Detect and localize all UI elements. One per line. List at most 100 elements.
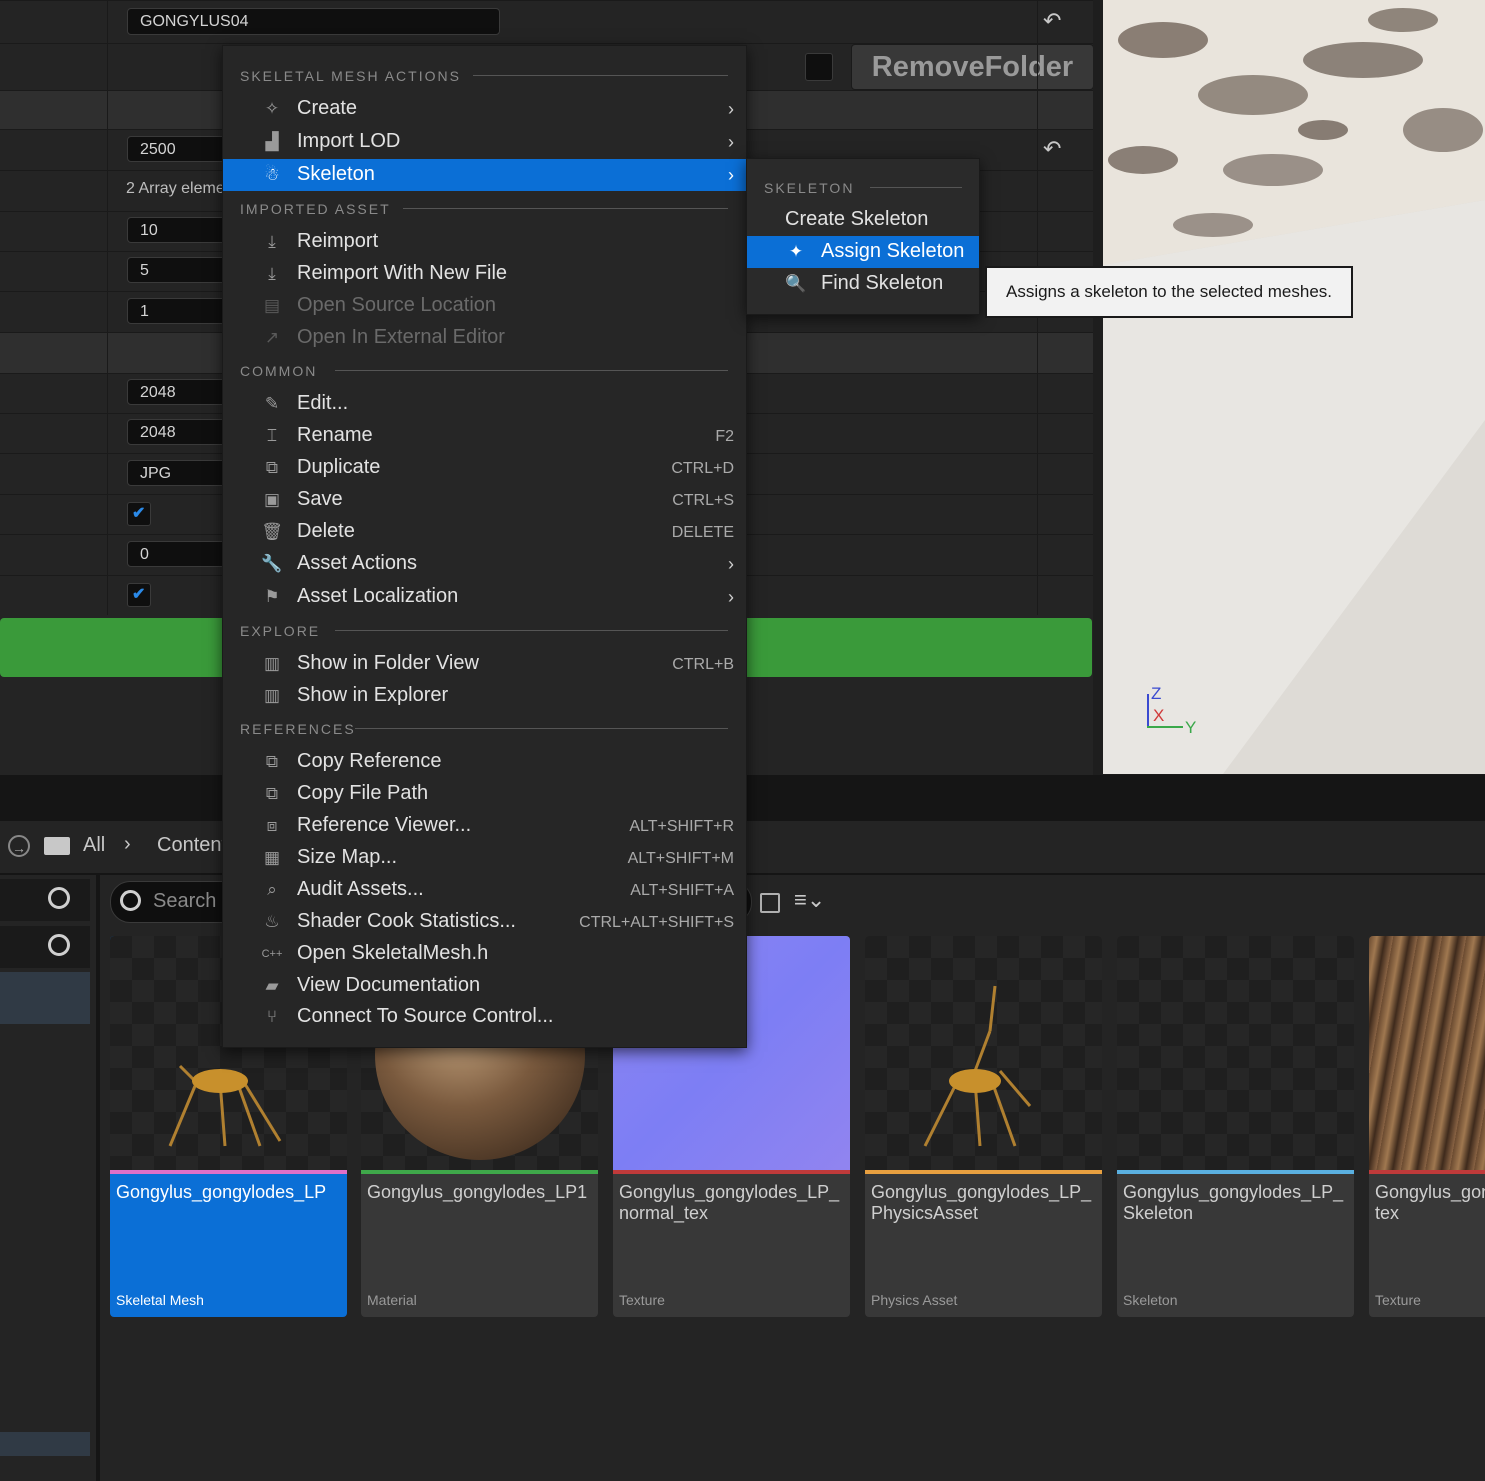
menu-item-find-skeleton[interactable]: 🔍 Find Skeleton bbox=[747, 268, 979, 300]
asset-tile-physics-asset[interactable]: Gongylus_gongylodes_LP_ PhysicsAsset Phy… bbox=[865, 936, 1102, 1317]
check-icon: ✔ bbox=[132, 586, 146, 603]
menu-item-copy-file-path[interactable]: ⧉ Copy File Path bbox=[223, 778, 746, 810]
asset-type: Material bbox=[367, 1292, 417, 1308]
reset-arrow-icon[interactable]: ↶ bbox=[1043, 8, 1061, 34]
section-references: REFERENCES bbox=[240, 721, 356, 737]
menu-label: Asset Localization bbox=[297, 585, 459, 607]
menu-item-rename[interactable]: ⌶ Rename F2 bbox=[223, 420, 746, 452]
menu-label: Open SkeletalMesh.h bbox=[297, 942, 489, 964]
menu-item-reimport-new-file[interactable]: ⤓ Reimport With New File bbox=[223, 258, 746, 290]
menu-item-skeleton[interactable]: ☃ Skeleton › bbox=[223, 159, 746, 191]
path-all[interactable]: All bbox=[83, 834, 105, 857]
asset-type: Texture bbox=[619, 1292, 665, 1308]
menu-item-delete[interactable]: 🗑 Delete DELETE bbox=[223, 516, 746, 548]
menu-label: Edit... bbox=[297, 392, 349, 414]
path-content[interactable]: Content bbox=[157, 834, 227, 857]
asset-type-stripe bbox=[1117, 1170, 1354, 1174]
menu-item-asset-actions[interactable]: 🔧 Asset Actions › bbox=[223, 548, 746, 580]
menu-label: Save bbox=[297, 488, 343, 510]
section-imported-asset: IMPORTED ASSET bbox=[240, 201, 391, 217]
menu-item-create-skeleton[interactable]: Create Skeleton bbox=[747, 204, 979, 236]
menu-item-connect-source-control[interactable]: ⑂ Connect To Source Control... bbox=[223, 1001, 746, 1033]
menu-label: Audit Assets... bbox=[297, 878, 424, 900]
menu-item-show-in-folder-view[interactable]: ▥ Show in Folder View CTRL+B bbox=[223, 648, 746, 680]
remove-folder-checkbox[interactable] bbox=[805, 53, 833, 81]
sources-search-1[interactable] bbox=[0, 879, 90, 921]
chevron-right-icon: › bbox=[728, 132, 734, 152]
menu-item-edit[interactable]: ✎ Edit... bbox=[223, 388, 746, 420]
menu-item-reimport[interactable]: ⤓ Reimport bbox=[223, 226, 746, 258]
menu-item-shader-cook-statistics[interactable]: ♨ Shader Cook Statistics... CTRL+ALT+SHIFT… bbox=[223, 906, 746, 938]
viewport[interactable]: Z X Y bbox=[1103, 0, 1485, 774]
menu-item-view-documentation[interactable]: ▰ View Documentation bbox=[223, 970, 746, 1002]
sources-search-2[interactable] bbox=[0, 926, 90, 968]
menu-item-open-external-editor[interactable]: ↗ Open In External Editor bbox=[223, 322, 746, 354]
menu-label: Shader Cook Statistics... bbox=[297, 910, 516, 932]
menu-item-show-in-explorer[interactable]: ▥ Show in Explorer bbox=[223, 680, 746, 712]
folder-search-icon: ▥ bbox=[263, 654, 281, 673]
menu-label: Show in Folder View bbox=[297, 652, 479, 674]
chevron-right-icon: › bbox=[728, 554, 734, 574]
menu-label: Import LOD bbox=[297, 130, 401, 152]
remove-folder-button[interactable]: RemoveFolder bbox=[851, 44, 1094, 90]
asset-name: Gongylus_gongylodes_LP_ PhysicsAsset bbox=[871, 1182, 1092, 1223]
menu-label: Size Map... bbox=[297, 846, 398, 868]
menu-item-duplicate[interactable]: ⧉ Duplicate CTRL+D bbox=[223, 452, 746, 484]
menu-item-save[interactable]: ▣ Save CTRL+S bbox=[223, 484, 746, 516]
sources-selected-item[interactable] bbox=[0, 972, 90, 1024]
menu-label: Duplicate bbox=[297, 456, 381, 478]
menu-item-assign-skeleton[interactable]: ✦ Assign Skeleton bbox=[747, 236, 979, 268]
magnifier-icon: 🔍 bbox=[785, 274, 807, 293]
checkbox-2[interactable]: ✔ bbox=[127, 583, 151, 607]
reset-arrow-icon[interactable]: ↶ bbox=[1043, 136, 1061, 162]
shortcut: ALT+SHIFT+A bbox=[630, 882, 734, 899]
duplicate-icon: ⧉ bbox=[265, 458, 279, 477]
asset-type: Physics Asset bbox=[871, 1292, 958, 1308]
asset-name: Gongylus_gongylodes_LP bbox=[116, 1182, 327, 1202]
sources-panel bbox=[0, 875, 96, 1481]
size-map-icon: ▦ bbox=[263, 848, 281, 867]
asset-tile-skeleton[interactable]: Gongylus_gongylodes_LP_ Skeleton Skeleto… bbox=[1117, 936, 1354, 1317]
section-skeletal-mesh-actions: SKELETAL MESH ACTIONS bbox=[240, 68, 461, 84]
section-skeleton: SKELETON bbox=[764, 180, 855, 196]
menu-item-asset-localization[interactable]: ⚑ Asset Localization › bbox=[223, 581, 746, 613]
asset-name: Gongylus_gongylodes_LP1 bbox=[367, 1182, 588, 1202]
menu-item-size-map[interactable]: ▦ Size Map... ALT+SHIFT+M bbox=[223, 842, 746, 874]
copy-icon: ⧉ bbox=[265, 752, 279, 771]
asset-type-stripe bbox=[865, 1170, 1102, 1174]
panel-scrollbar[interactable] bbox=[1093, 0, 1103, 775]
shortcut: CTRL+B bbox=[672, 656, 734, 673]
axis-x-label: X bbox=[1153, 706, 1165, 725]
menu-label: Delete bbox=[297, 520, 355, 542]
history-forward-icon[interactable]: → bbox=[8, 835, 30, 857]
name-field[interactable]: GONGYLUS04 bbox=[127, 8, 500, 35]
axis-z-label: Z bbox=[1151, 684, 1162, 703]
sources-bottom-item[interactable] bbox=[0, 1432, 90, 1456]
menu-item-audit-assets[interactable]: ⌕ Audit Assets... ALT+SHIFT+A bbox=[223, 874, 746, 906]
axis-gizmo: Z X Y bbox=[1143, 684, 1213, 737]
skeleton-icon: ☃ bbox=[264, 165, 280, 184]
reference-viewer-icon: ⧈ bbox=[266, 816, 278, 835]
menu-item-import-lod[interactable]: ▟ Import LOD › bbox=[223, 126, 746, 158]
checkbox-1[interactable]: ✔ bbox=[127, 502, 151, 526]
menu-item-create[interactable]: ✧ Create › bbox=[223, 93, 746, 125]
mantis-icon bbox=[923, 985, 1032, 1147]
menu-item-copy-reference[interactable]: ⧉ Copy Reference bbox=[223, 746, 746, 778]
flag-icon: ⚑ bbox=[264, 587, 280, 606]
asset-name: Gongylus_gongylodes_LP_ normal_tex bbox=[619, 1182, 840, 1223]
filter-icon[interactable]: ≡⌄ bbox=[794, 887, 825, 913]
menu-item-open-source-location[interactable]: ▤ Open Source Location bbox=[223, 290, 746, 322]
menu-label: Reimport bbox=[297, 230, 379, 252]
menu-item-open-header[interactable]: C++ Open SkeletalMesh.h bbox=[223, 938, 746, 970]
menu-label: Open In External Editor bbox=[297, 326, 505, 348]
search-icon bbox=[120, 890, 141, 911]
menu-label: Assign Skeleton bbox=[821, 240, 965, 262]
asset-type: Texture bbox=[1375, 1292, 1421, 1308]
save-icon: ▣ bbox=[263, 490, 281, 509]
menu-label: Reimport With New File bbox=[297, 262, 508, 284]
axis-y-label: Y bbox=[1185, 718, 1197, 737]
asset-tile-texture[interactable]: Gongylus_gon tex Texture bbox=[1369, 936, 1485, 1317]
save-icon[interactable] bbox=[760, 893, 780, 913]
import-lod-icon: ▟ bbox=[265, 132, 279, 151]
menu-item-reference-viewer[interactable]: ⧈ Reference Viewer... ALT+SHIFT+R bbox=[223, 810, 746, 842]
